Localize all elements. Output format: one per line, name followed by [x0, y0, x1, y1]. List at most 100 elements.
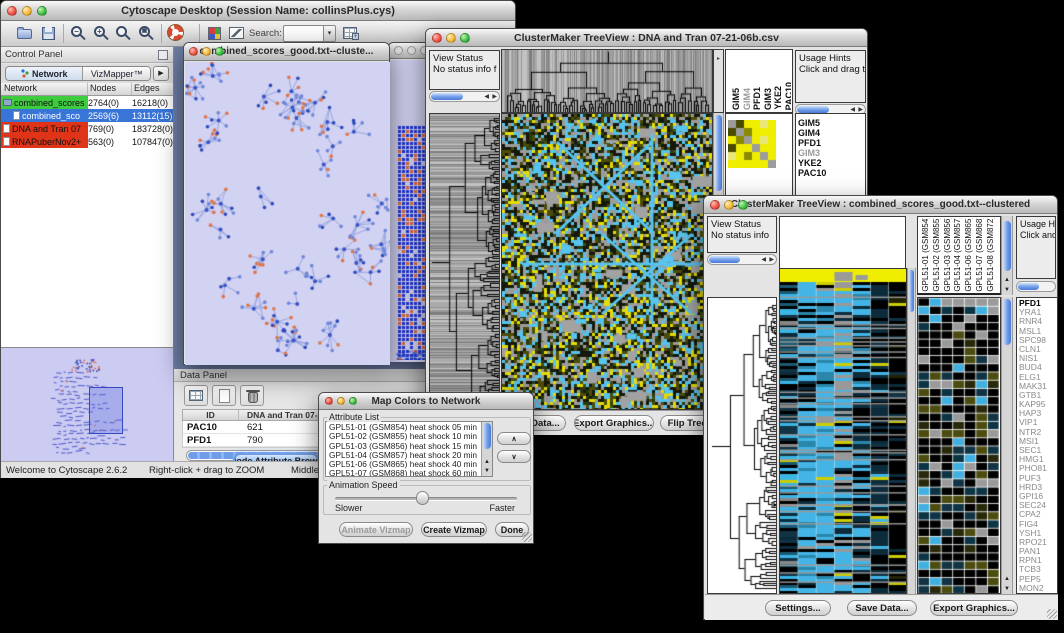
- vizmap-icon[interactable]: [205, 24, 225, 43]
- tv2-row-dendrogram[interactable]: [707, 297, 777, 594]
- column-label: YKE2: [773, 86, 784, 110]
- animate-vizmap-button[interactable]: Animate Vizmap: [339, 522, 413, 537]
- tab-overflow-arrow[interactable]: ▶: [153, 66, 169, 81]
- tv2-column-tree-area: [779, 216, 906, 269]
- minimize-button[interactable]: [407, 46, 416, 55]
- resize-grip[interactable]: [1047, 609, 1057, 619]
- open-file-icon[interactable]: [15, 24, 35, 43]
- cytoscape-titlebar[interactable]: Cytoscape Desktop (Session Name: collins…: [1, 1, 515, 21]
- zoom-button[interactable]: [460, 33, 470, 43]
- treeview-window-combined[interactable]: ClusterMaker TreeView : combined_scores_…: [703, 195, 1058, 620]
- attribute-listbox[interactable]: GPL51-01 (GSM854) heat shock 05 minGPL51…: [325, 421, 493, 477]
- attribute-item[interactable]: GPL51-07 (GSM868) heat shock 60 min: [326, 469, 492, 477]
- zoom-selected-icon[interactable]: ▣: [137, 24, 157, 43]
- tv1-column-dendrogram[interactable]: [501, 49, 713, 113]
- network-table-header[interactable]: Network Nodes Edges: [1, 83, 173, 96]
- delete-attribute-icon[interactable]: [240, 385, 264, 406]
- save-session-icon[interactable]: [39, 24, 59, 43]
- tab-vizmapper[interactable]: VizMapper™: [83, 67, 150, 80]
- help-lifering-icon[interactable]: [167, 24, 187, 43]
- overview-viewport-rect[interactable]: [89, 387, 123, 434]
- float-panel-icon[interactable]: [158, 50, 168, 60]
- search-dropdown-arrow[interactable]: ▾: [323, 25, 336, 42]
- gene-label[interactable]: PFD1: [798, 138, 864, 148]
- tv2-heatmap-vscrollbar[interactable]: [907, 268, 916, 594]
- data-panel-title: Data Panel: [180, 370, 227, 381]
- close-button[interactable]: [7, 6, 17, 16]
- create-vizmap-button[interactable]: Create Vizmap: [421, 522, 487, 537]
- resize-grip[interactable]: [522, 532, 532, 542]
- tv2-status-hscrollbar[interactable]: ◀▶: [707, 254, 777, 265]
- file-icon: [3, 137, 10, 146]
- network-canvas-1[interactable]: [185, 62, 390, 365]
- control-panel-title: Control Panel: [5, 49, 63, 60]
- select-attributes-icon[interactable]: [184, 385, 208, 406]
- network-row[interactable]: RNAPuberNov2+563(0)107847(0): [1, 135, 173, 148]
- close-button[interactable]: [394, 46, 403, 55]
- tab-network[interactable]: Network: [6, 67, 83, 80]
- tv1-status-hscrollbar[interactable]: ◀▶: [429, 91, 500, 102]
- network-name: RNAPuberNov2+: [12, 137, 81, 147]
- minimize-button[interactable]: [22, 6, 32, 16]
- zoom-button[interactable]: [738, 200, 748, 210]
- zoom-out-icon[interactable]: −: [69, 24, 89, 43]
- tv2-usage-hscrollbar[interactable]: [1016, 281, 1056, 292]
- network-row[interactable]: combined_sco2569(6)13112(15): [1, 109, 173, 122]
- treeview2-title: ClusterMaker TreeView : combined_scores_…: [731, 199, 1030, 210]
- minimize-button[interactable]: [337, 397, 345, 405]
- zoom-button[interactable]: [37, 6, 47, 16]
- save-data-button[interactable]: Save Data...: [847, 600, 917, 616]
- move-up-button[interactable]: ∧: [497, 432, 531, 445]
- tv2-zoom-vscrollbar[interactable]: ▲▼: [1001, 297, 1013, 594]
- export-graphics-button[interactable]: Export Graphics...: [930, 600, 1018, 616]
- network-row[interactable]: combined_scores2764(0)16218(0): [1, 96, 173, 109]
- gene-label[interactable]: GIM4: [798, 128, 864, 138]
- overview-canvas: [5, 351, 168, 459]
- zoom-in-icon[interactable]: +: [92, 24, 112, 43]
- minimize-button[interactable]: [724, 200, 734, 210]
- folder-icon: [3, 99, 12, 106]
- faster-label: Faster: [489, 503, 515, 513]
- attribute-browser-icon[interactable]: +: [341, 24, 361, 43]
- settings-button[interactable]: Settings...: [765, 600, 831, 616]
- tv1-similarity-matrix[interactable]: [728, 120, 776, 168]
- zoom-button[interactable]: [349, 397, 357, 405]
- attribute-list-vscrollbar[interactable]: ▲▼: [481, 422, 492, 476]
- close-button[interactable]: [710, 200, 720, 210]
- network-row[interactable]: DNA and Tran 07769(0)183728(0): [1, 122, 173, 135]
- gene-label[interactable]: GIM5: [798, 118, 864, 128]
- column-label: GPL51-07 (GSM868): [975, 218, 986, 292]
- close-button[interactable]: [432, 33, 442, 43]
- network-view-window-1[interactable]: combined_scores_good.txt--cluste...: [183, 42, 390, 365]
- column-label: PFD1: [752, 87, 763, 110]
- zoom-fit-icon[interactable]: [114, 24, 134, 43]
- gene-label[interactable]: GIM3: [798, 148, 864, 158]
- status-welcome: Welcome to Cytoscape 2.6.2: [6, 465, 127, 476]
- zoom-button[interactable]: [215, 47, 224, 56]
- gene-label[interactable]: YKE2: [798, 158, 864, 168]
- network-window-title: combined_scores_good.txt--cluste...: [200, 46, 374, 57]
- map-colors-dialog[interactable]: Map Colors to Network Attribute List GPL…: [318, 392, 534, 544]
- column-label: GIM5: [731, 88, 742, 110]
- network-overview-panel[interactable]: [1, 347, 173, 461]
- close-button[interactable]: [325, 397, 333, 405]
- annotation-icon[interactable]: [227, 24, 247, 43]
- tv2-labels-vscrollbar[interactable]: ▲▼: [1001, 216, 1013, 295]
- move-down-button[interactable]: ∨: [497, 450, 531, 463]
- close-button[interactable]: [189, 47, 198, 56]
- new-attribute-icon[interactable]: [212, 385, 236, 406]
- tv2-zoom-heatmap[interactable]: [917, 297, 1001, 594]
- minimize-button[interactable]: [446, 33, 456, 43]
- tv2-heatmap[interactable]: [779, 268, 907, 594]
- minimize-button[interactable]: [202, 47, 211, 56]
- network-name: combined_sco: [22, 111, 80, 121]
- gene-label[interactable]: PAC10: [798, 168, 864, 178]
- animation-slider-thumb[interactable]: [416, 491, 429, 505]
- network-nodes-count: 2764(0): [88, 98, 132, 108]
- tv1-row-dendrogram[interactable]: [429, 113, 500, 410]
- gene-label[interactable]: MON2: [1019, 584, 1057, 593]
- tv1-heatmap[interactable]: [501, 113, 713, 410]
- slower-label: Slower: [335, 503, 363, 513]
- network-nodes-count: 563(0): [88, 137, 132, 147]
- export-graphics-button[interactable]: Export Graphics...: [574, 415, 654, 431]
